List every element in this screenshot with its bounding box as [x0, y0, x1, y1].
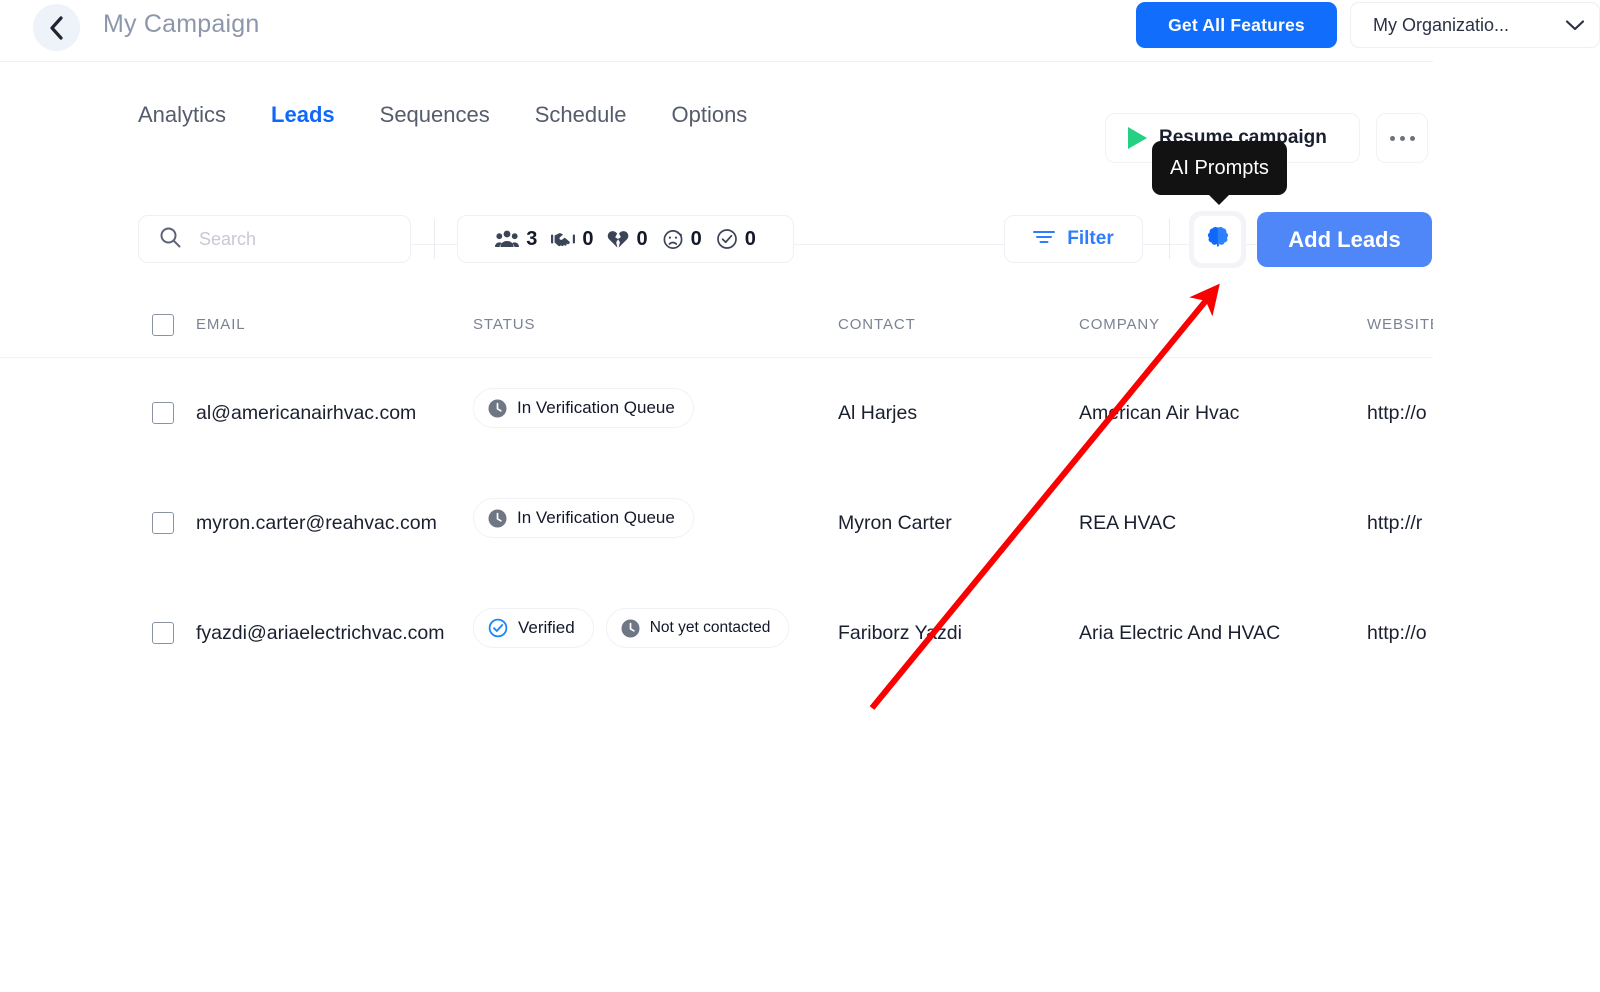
table-row[interactable]: myron.carter@reahvac.com In Verification…	[0, 468, 1433, 578]
column-header-website[interactable]: WEBSITE	[1367, 316, 1433, 333]
status-badge-label: In Verification Queue	[517, 508, 675, 527]
table-row[interactable]: fyazdi@ariaelectrichvac.com Verified Not…	[0, 578, 1433, 688]
ellipsis-icon	[1389, 135, 1415, 141]
column-header-status[interactable]: STATUS	[473, 316, 535, 333]
search-input-wrapper[interactable]	[138, 215, 411, 263]
cell-company: Aria Electric And HVAC	[1079, 622, 1281, 644]
filter-icon	[1033, 229, 1056, 250]
chevron-down-icon	[1565, 19, 1585, 32]
cell-website: http://o	[1367, 402, 1427, 424]
lead-stats-bar: 3 0 0 0 0	[457, 215, 794, 263]
handshake-icon	[551, 229, 576, 249]
clock-icon	[621, 619, 640, 638]
tab-leads[interactable]: Leads	[271, 102, 335, 134]
toolbar-divider-right	[1169, 219, 1170, 259]
cell-website: http://r	[1367, 512, 1423, 534]
status-badge-label: Verified	[518, 618, 575, 637]
ai-prompts-button-inner	[1193, 215, 1242, 264]
row-checkbox[interactable]	[152, 402, 174, 424]
broken-heart-icon	[607, 229, 629, 249]
chevron-left-icon	[48, 15, 65, 41]
organization-selector[interactable]: My Organizatio...	[1350, 2, 1600, 48]
status-badge-label: Not yet contacted	[649, 619, 771, 636]
stat-completed-value: 0	[744, 227, 756, 250]
brain-icon	[1205, 224, 1231, 255]
cell-website: http://o	[1367, 622, 1427, 644]
stat-bounced: 0	[662, 228, 702, 251]
cell-email: al@americanairhvac.com	[196, 402, 417, 424]
filter-button[interactable]: Filter	[1004, 215, 1143, 263]
stat-completed: 0	[716, 228, 756, 251]
app-viewport: My Campaign Analytics Leads Sequences Sc…	[0, 0, 1433, 992]
tab-options[interactable]: Options	[671, 102, 747, 134]
filter-label: Filter	[1067, 228, 1114, 249]
cell-status: Verified Not yet contacted	[473, 608, 790, 648]
get-all-features-button[interactable]: Get All Features	[1136, 2, 1337, 48]
cell-email: myron.carter@reahvac.com	[196, 512, 437, 534]
back-button[interactable]	[33, 4, 80, 51]
column-header-email[interactable]: EMAIL	[196, 316, 246, 333]
table-row[interactable]: al@americanairhvac.com In Verification Q…	[0, 358, 1433, 468]
cell-contact: Fariborz Yazdi	[838, 622, 962, 644]
cell-status: In Verification Queue	[473, 388, 694, 428]
column-header-company[interactable]: COMPANY	[1079, 316, 1160, 333]
select-all-checkbox[interactable]	[152, 314, 174, 336]
page-title: My Campaign	[103, 10, 260, 38]
clock-icon	[488, 399, 507, 418]
stat-bounced-value: 0	[690, 227, 702, 250]
app-root: My Campaign Analytics Leads Sequences Sc…	[0, 0, 1600, 992]
tab-list: Analytics Leads Sequences Schedule Optio…	[138, 102, 747, 134]
leads-table: EMAIL STATUS CONTACT COMPANY WEBSITE al@…	[0, 296, 1433, 688]
table-header-row: EMAIL STATUS CONTACT COMPANY WEBSITE	[0, 296, 1433, 358]
people-group-icon	[495, 229, 520, 249]
check-circle-icon	[716, 228, 738, 250]
toolbar-divider-left	[434, 219, 435, 259]
play-icon	[1128, 127, 1147, 149]
cell-company: REA HVAC	[1079, 512, 1177, 534]
status-badge: In Verification Queue	[473, 388, 694, 428]
organization-label: My Organizatio...	[1373, 14, 1510, 35]
more-options-button[interactable]	[1376, 113, 1428, 163]
ai-prompts-tooltip: AI Prompts	[1152, 141, 1287, 205]
tab-sequences[interactable]: Sequences	[380, 102, 490, 134]
column-header-contact[interactable]: CONTACT	[838, 316, 916, 333]
cell-company: American Air Hvac	[1079, 402, 1240, 424]
stat-interested-value: 0	[582, 227, 594, 250]
stat-total-leads-value: 3	[526, 227, 538, 250]
stat-not-interested-value: 0	[636, 227, 648, 250]
row-checkbox[interactable]	[152, 512, 174, 534]
row-checkbox[interactable]	[152, 622, 174, 644]
tooltip-text: AI Prompts	[1170, 156, 1269, 179]
tab-analytics[interactable]: Analytics	[138, 102, 226, 134]
stat-total-leads: 3	[495, 228, 537, 251]
sad-face-icon	[662, 229, 684, 250]
tooltip-pointer	[1208, 194, 1231, 205]
stat-not-interested: 0	[607, 227, 648, 251]
status-badge-verified: Verified	[473, 608, 594, 648]
search-icon	[159, 226, 181, 253]
status-badge-label: In Verification Queue	[517, 398, 675, 417]
ai-prompts-button[interactable]	[1189, 211, 1246, 268]
check-circle-icon	[488, 618, 508, 638]
cell-contact: Al Harjes	[838, 402, 918, 424]
cell-status: In Verification Queue	[473, 498, 694, 538]
cell-email: fyazdi@ariaelectrichvac.com	[196, 622, 445, 644]
clock-icon	[488, 509, 507, 528]
search-input[interactable]	[199, 228, 389, 250]
cell-contact: Myron Carter	[838, 512, 952, 534]
status-badge-contacted: Not yet contacted	[605, 608, 790, 648]
status-badge: In Verification Queue	[473, 498, 694, 538]
add-leads-button[interactable]: Add Leads	[1257, 212, 1432, 267]
tab-schedule[interactable]: Schedule	[535, 102, 627, 134]
stat-interested: 0	[551, 228, 593, 251]
